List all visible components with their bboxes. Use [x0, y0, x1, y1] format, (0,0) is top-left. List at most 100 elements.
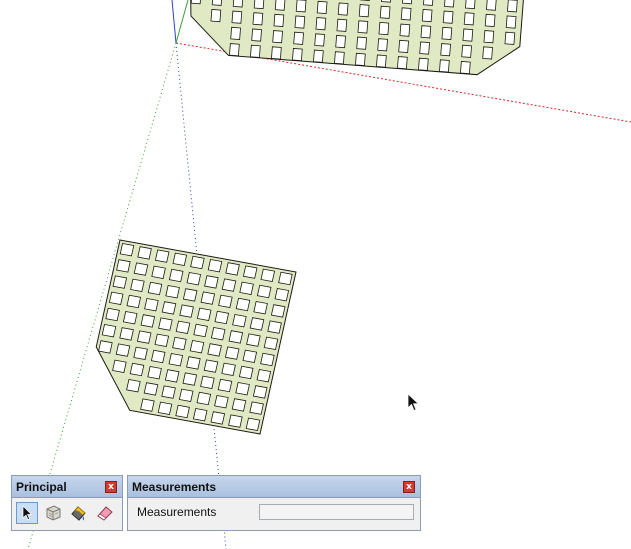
grid-bottom-cell	[105, 307, 120, 322]
grid-top-cell	[484, 13, 496, 27]
select-tool-button[interactable]	[16, 502, 38, 524]
grid-bottom-cell	[168, 268, 184, 283]
grid-bottom-cell	[143, 382, 159, 396]
grid-top-cell	[402, 0, 413, 5]
principal-close-button[interactable]: x	[105, 481, 117, 493]
grid-top-cell	[461, 44, 472, 58]
grid-bottom-cell	[186, 356, 201, 370]
grid-bottom-cell	[210, 411, 226, 425]
grid-top-cell	[400, 7, 412, 21]
grid-top-cell	[252, 12, 264, 26]
grid-bottom-cell	[136, 330, 152, 344]
grid-top-cell	[376, 54, 387, 68]
grid-top-cell	[483, 30, 495, 44]
eraser-icon	[97, 506, 113, 521]
grid-bottom-cell	[207, 343, 222, 357]
grid-bottom-cell	[140, 314, 156, 328]
grid-top-cell	[465, 0, 476, 10]
grid-bottom-cell	[218, 294, 233, 308]
grid-bottom-cell	[122, 311, 138, 325]
grid-bottom-cell	[252, 385, 268, 399]
grid-bottom-cell	[190, 255, 205, 270]
grid-top-cell	[504, 31, 516, 45]
grid-bottom-cell	[246, 333, 261, 347]
grid-top-cell	[231, 10, 243, 24]
grid-bottom-cell	[140, 398, 155, 412]
grid-bottom-cell	[175, 404, 190, 419]
grid-top-cell	[442, 10, 454, 24]
principal-tool-row	[12, 498, 122, 524]
make-component-button[interactable]	[42, 502, 64, 524]
grid-top-cell	[210, 9, 222, 23]
grid-bottom-cell	[154, 333, 170, 347]
grid-top-cell	[507, 0, 518, 13]
paint-bucket-button[interactable]	[68, 502, 90, 524]
measurements-toolbar: Measurements x Measurements	[127, 475, 421, 531]
paint-bucket-icon	[71, 506, 86, 521]
grid-bottom-cell	[126, 379, 141, 393]
grid-bottom-cell	[225, 262, 240, 276]
grid-bottom-cell	[192, 408, 208, 422]
grid-bottom-cell	[98, 340, 113, 354]
modeling-viewport[interactable]	[0, 0, 631, 549]
measurements-label: Measurements	[137, 505, 217, 519]
grid-top-cell	[356, 36, 367, 50]
grid-top-cell	[232, 0, 244, 8]
grid-bottom-cell	[158, 317, 173, 331]
measurements-input[interactable]	[258, 504, 414, 520]
measurements-close-button[interactable]: x	[403, 481, 415, 493]
grid-bottom-cell	[235, 382, 250, 396]
grid-bottom-cell	[245, 417, 261, 431]
grid-top-cell	[482, 46, 493, 60]
grid-bottom-cell	[253, 301, 268, 315]
grid-top-cell	[337, 2, 349, 16]
grid-bottom-cell	[179, 304, 194, 318]
grid-bottom-cell	[270, 304, 286, 318]
grid-bottom-cell	[129, 362, 145, 377]
mouse-cursor-icon	[407, 393, 420, 412]
grid-top-cell	[315, 17, 327, 31]
grid-bottom-cell	[267, 320, 282, 334]
grid-top-cell	[419, 41, 430, 55]
grid-top-cell	[273, 13, 285, 27]
grid-bottom-cell	[260, 268, 276, 282]
grid-panel-bottom[interactable]	[95, 239, 297, 435]
grid-bottom-cell	[137, 246, 152, 260]
grid-bottom-cell	[112, 275, 128, 289]
grid-top-cell	[336, 18, 348, 32]
grid-top-cell	[334, 51, 345, 65]
grid-bottom-cell	[228, 414, 243, 428]
grid-top-cell	[293, 31, 304, 45]
eraser-button[interactable]	[94, 502, 116, 524]
principal-toolbar-title[interactable]: Principal x	[12, 476, 122, 498]
grid-bottom-cell	[224, 346, 240, 360]
grid-bottom-cell	[196, 391, 212, 406]
grid-bottom-cell	[231, 398, 247, 412]
scene-canvas[interactable]	[0, 0, 631, 549]
grid-top-cell	[441, 26, 453, 40]
grid-bottom-cell	[186, 272, 202, 286]
grid-bottom-cell	[157, 401, 173, 415]
grid-panel-top[interactable]	[190, 0, 526, 76]
arrow-cursor-icon	[22, 505, 33, 521]
grid-bottom-cell	[207, 259, 223, 273]
measurements-toolbar-title-text: Measurements	[132, 480, 217, 494]
grid-bottom-cell	[274, 288, 290, 302]
measurements-toolbar-title[interactable]: Measurements x	[128, 476, 420, 498]
grid-bottom-cell	[217, 378, 233, 393]
blue-axis-line	[171, 0, 177, 44]
grid-top-cell	[463, 12, 475, 26]
grid-bottom-cell	[189, 340, 205, 354]
grid-top-cell	[378, 22, 390, 36]
grid-top-cell	[439, 59, 450, 73]
grid-bottom-cell	[242, 349, 258, 363]
grid-bottom-cell	[232, 314, 247, 328]
grid-top-cell	[460, 61, 471, 75]
grid-top-cell	[440, 43, 451, 57]
grid-top-cell	[251, 28, 262, 42]
grid-top-cell	[294, 15, 306, 29]
grid-bottom-cell	[175, 320, 191, 334]
grid-bottom-cell	[178, 388, 194, 402]
grid-top-cell	[314, 33, 325, 47]
grid-bottom-cell	[115, 343, 131, 357]
